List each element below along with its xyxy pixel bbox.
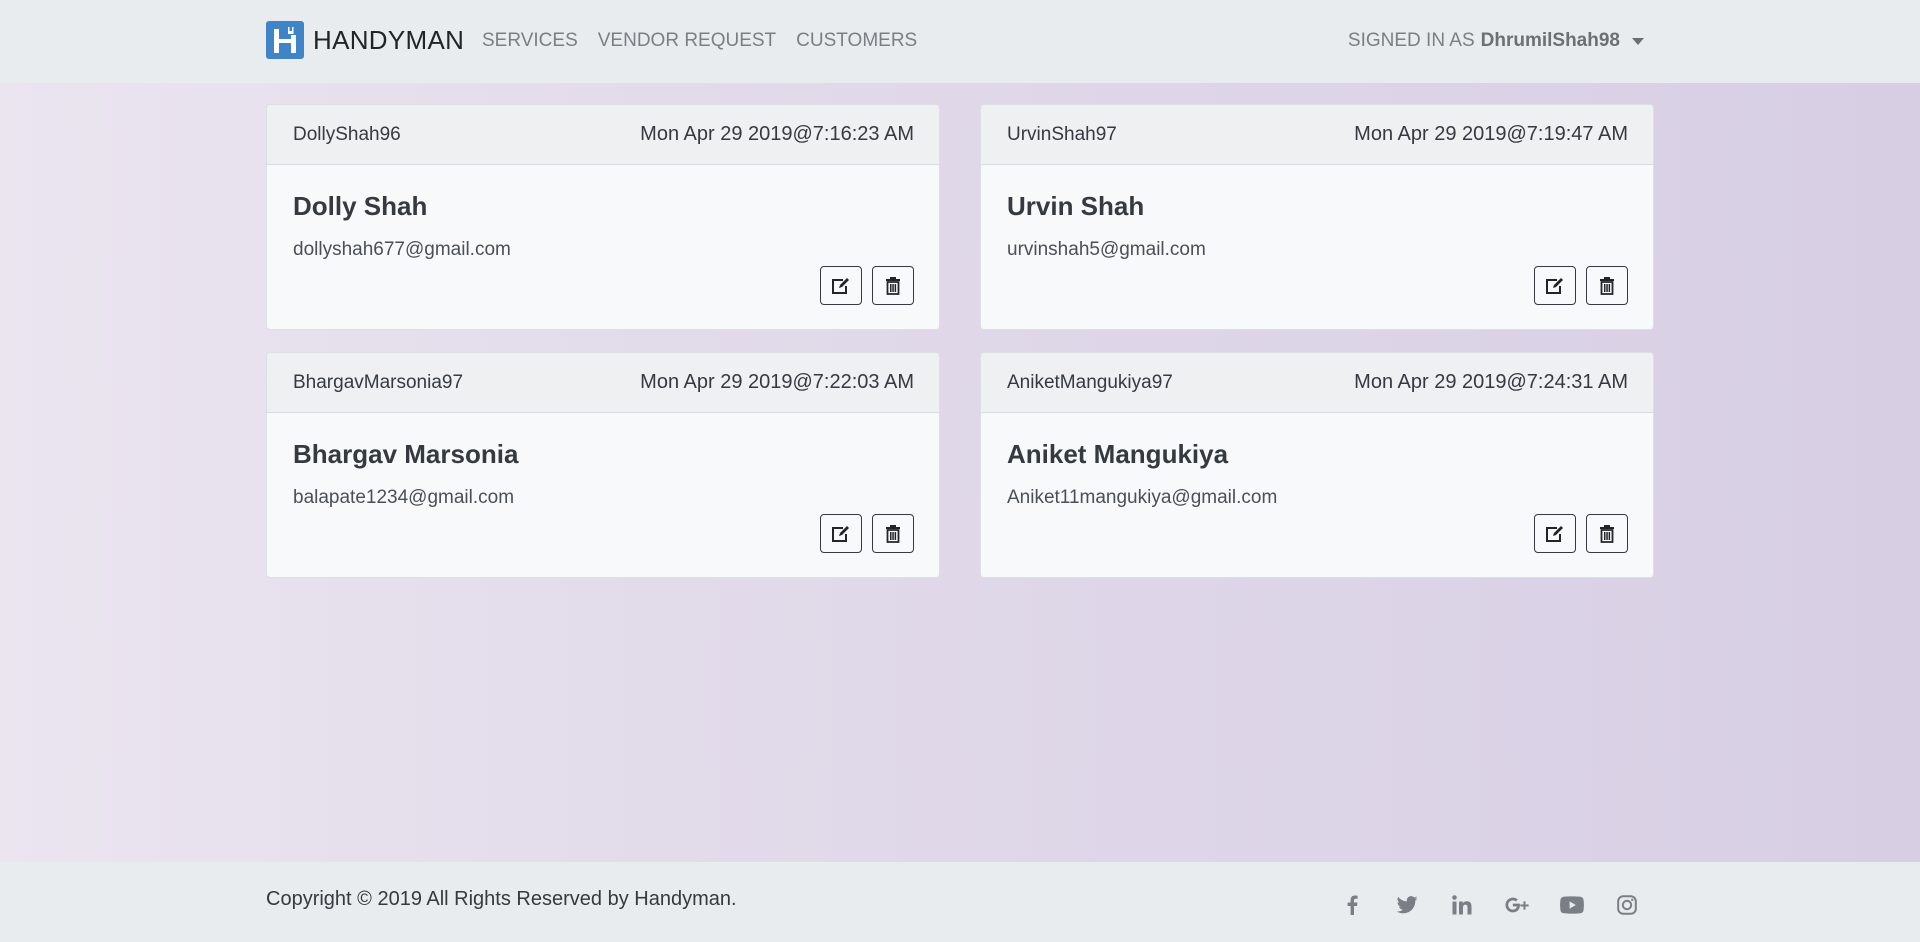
instagram-icon[interactable] <box>1615 893 1639 917</box>
signed-in-username: DhrumilShah98 <box>1480 30 1620 51</box>
user-menu-dropdown[interactable]: SIGNED IN AS DhrumilShah98 <box>1348 30 1644 52</box>
edit-icon <box>1546 525 1563 542</box>
trash-icon <box>886 276 900 295</box>
customer-email: Aniket11mangukiya@gmail.com <box>1007 487 1278 508</box>
edit-button[interactable] <box>820 266 862 305</box>
nav-link-services[interactable]: SERVICES <box>482 30 578 52</box>
edit-icon <box>832 277 849 294</box>
card-body: Dolly Shah dollyshah677@gmail.com <box>267 165 939 261</box>
customer-name: Urvin Shah <box>1007 191 1145 221</box>
trash-icon <box>1600 276 1614 295</box>
facebook-icon[interactable] <box>1340 893 1364 917</box>
customer-date: Mon Apr 29 2019@7:16:23 AM <box>640 123 914 145</box>
customer-email: urvinshah5@gmail.com <box>1007 239 1206 260</box>
handyman-logo-icon <box>266 21 304 59</box>
customer-date: Mon Apr 29 2019@7:22:03 AM <box>640 371 914 393</box>
brand[interactable]: HANDYMAN <box>266 21 464 59</box>
edit-icon <box>1546 277 1563 294</box>
social-links <box>1340 893 1670 917</box>
delete-button[interactable] <box>872 266 914 305</box>
card-actions <box>1524 514 1628 553</box>
customer-email: balapate1234@gmail.com <box>293 487 515 508</box>
customer-name: Bhargav Marsonia <box>293 439 519 469</box>
customer-card: BhargavMarsonia97 Mon Apr 29 2019@7:22:0… <box>266 352 940 578</box>
edit-button[interactable] <box>1534 514 1576 553</box>
customer-card: DollyShah96 Mon Apr 29 2019@7:16:23 AM D… <box>266 104 940 330</box>
customer-card: UrvinShah97 Mon Apr 29 2019@7:19:47 AM U… <box>980 104 1654 330</box>
delete-button[interactable] <box>1586 266 1628 305</box>
customer-email: dollyshah677@gmail.com <box>293 239 511 260</box>
edit-button[interactable] <box>820 514 862 553</box>
nav-links: SERVICES VENDOR REQUEST CUSTOMERS <box>482 30 937 52</box>
customer-username: UrvinShah97 <box>1007 123 1117 145</box>
customer-username: AniketMangukiya97 <box>1007 371 1173 393</box>
linkedin-icon[interactable] <box>1450 893 1474 917</box>
card-actions <box>1524 266 1628 305</box>
delete-button[interactable] <box>872 514 914 553</box>
card-header: BhargavMarsonia97 Mon Apr 29 2019@7:22:0… <box>267 353 939 413</box>
customer-date: Mon Apr 29 2019@7:19:47 AM <box>1354 123 1628 145</box>
nav-link-vendor-request[interactable]: VENDOR REQUEST <box>598 30 776 52</box>
edit-icon <box>832 525 849 542</box>
card-header: UrvinShah97 Mon Apr 29 2019@7:19:47 AM <box>981 105 1653 165</box>
card-actions <box>810 514 914 553</box>
trash-icon <box>886 524 900 543</box>
card-actions <box>810 266 914 305</box>
brand-name: HANDYMAN <box>313 24 465 55</box>
card-body: Bhargav Marsonia balapate1234@gmail.com <box>267 413 939 509</box>
edit-button[interactable] <box>1534 266 1576 305</box>
twitter-icon[interactable] <box>1395 893 1419 917</box>
customer-name: Aniket Mangukiya <box>1007 439 1229 469</box>
caret-down-icon <box>1632 37 1644 45</box>
delete-button[interactable] <box>1586 514 1628 553</box>
customer-card: AniketMangukiya97 Mon Apr 29 2019@7:24:3… <box>980 352 1654 578</box>
copyright-text: Copyright © 2019 All Rights Reserved by … <box>266 888 737 910</box>
customer-date: Mon Apr 29 2019@7:24:31 AM <box>1354 371 1628 393</box>
signed-in-label: SIGNED IN AS <box>1347 30 1475 51</box>
customer-username: BhargavMarsonia97 <box>293 371 464 393</box>
navbar: HANDYMAN SERVICES VENDOR REQUEST CUSTOME… <box>0 0 1920 83</box>
customer-card-grid: DollyShah96 Mon Apr 29 2019@7:16:23 AM D… <box>266 104 1654 578</box>
card-body: Aniket Mangukiya Aniket11mangukiya@gmail… <box>981 413 1653 509</box>
card-header: DollyShah96 Mon Apr 29 2019@7:16:23 AM <box>267 105 939 165</box>
nav-link-customers[interactable]: CUSTOMERS <box>796 30 917 52</box>
customer-name: Dolly Shah <box>293 191 428 221</box>
trash-icon <box>1600 524 1614 543</box>
card-body: Urvin Shah urvinshah5@gmail.com <box>981 165 1653 261</box>
card-header: AniketMangukiya97 Mon Apr 29 2019@7:24:3… <box>981 353 1653 413</box>
google-plus-icon[interactable] <box>1505 893 1529 917</box>
youtube-icon[interactable] <box>1560 893 1584 917</box>
customer-username: DollyShah96 <box>293 123 401 145</box>
